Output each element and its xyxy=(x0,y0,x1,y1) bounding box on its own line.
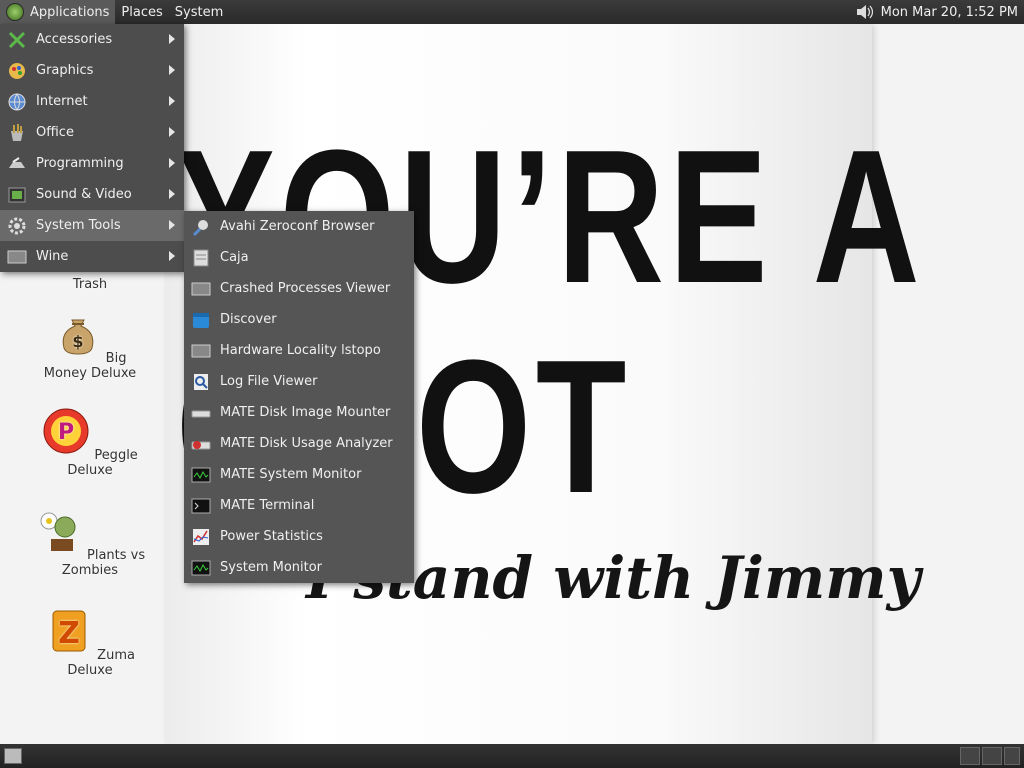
submenu-item-label: Crashed Processes Viewer xyxy=(220,281,391,296)
submenu-arrow-icon xyxy=(169,220,175,230)
desktop-icon-trash[interactable]: Trash xyxy=(30,277,150,292)
menu-item-label: System Tools xyxy=(36,218,121,233)
desktop-icon-plants-vs-zombies[interactable]: Plants vs Zombies xyxy=(30,507,150,578)
svg-text:P: P xyxy=(58,420,74,445)
avahi-icon xyxy=(191,217,211,237)
lstopo-icon xyxy=(191,341,211,361)
submenu-item-label: Hardware Locality lstopo xyxy=(220,343,381,358)
submenu-arrow-icon xyxy=(169,251,175,261)
submenu-item-label: MATE Disk Usage Analyzer xyxy=(220,436,393,451)
menu-item-label: Accessories xyxy=(36,32,113,47)
submenu-item-power-statistics[interactable]: Power Statistics xyxy=(184,521,414,552)
disk-usage-icon xyxy=(191,434,211,454)
system-tools-icon xyxy=(7,216,27,236)
discover-icon xyxy=(191,310,211,330)
svg-text:$: $ xyxy=(72,332,83,351)
bottom-panel xyxy=(0,744,1024,768)
submenu-item-label: Avahi Zeroconf Browser xyxy=(220,219,375,234)
menu-item-internet[interactable]: Internet xyxy=(0,86,184,117)
submenu-arrow-icon xyxy=(169,189,175,199)
submenu-item-disk-usage-analyzer[interactable]: MATE Disk Usage Analyzer xyxy=(184,428,414,459)
programming-icon xyxy=(7,154,27,174)
submenu-arrow-icon xyxy=(169,65,175,75)
applications-menu: Accessories Graphics Internet Office Pro… xyxy=(0,24,184,272)
menu-item-wine[interactable]: Wine xyxy=(0,241,184,272)
office-icon xyxy=(7,123,27,143)
graphics-icon xyxy=(7,61,27,81)
desktop-icon-label: Trash xyxy=(72,277,108,292)
submenu-arrow-icon xyxy=(169,96,175,106)
submenu-item-label: Log File Viewer xyxy=(220,374,318,389)
submenu-item-system-monitor[interactable]: System Monitor xyxy=(184,552,414,583)
submenu-arrow-icon xyxy=(169,158,175,168)
menu-item-label: Graphics xyxy=(36,63,94,78)
volume-icon[interactable] xyxy=(855,4,873,20)
submenu-item-log-viewer[interactable]: Log File Viewer xyxy=(184,366,414,397)
submenu-item-label: Caja xyxy=(220,250,249,265)
menu-item-office[interactable]: Office xyxy=(0,117,184,148)
submenu-arrow-icon xyxy=(169,34,175,44)
system-monitor-icon xyxy=(191,465,211,485)
log-viewer-icon xyxy=(191,372,211,392)
menu-item-accessories[interactable]: Accessories xyxy=(0,24,184,55)
menu-item-graphics[interactable]: Graphics xyxy=(0,55,184,86)
submenu-item-label: System Monitor xyxy=(220,560,323,575)
svg-text:Z: Z xyxy=(58,616,80,651)
submenu-item-caja[interactable]: Caja xyxy=(184,242,414,273)
desktop-icon-zuma[interactable]: Z Zuma Deluxe xyxy=(30,607,150,678)
top-panel: Applications Places System Mon Mar 20, 1… xyxy=(0,0,1024,24)
disk-mounter-icon xyxy=(191,403,211,423)
applications-menu-label: Applications xyxy=(30,4,110,20)
wine-icon xyxy=(7,247,27,267)
submenu-item-label: MATE Terminal xyxy=(220,498,315,513)
submenu-item-mate-terminal[interactable]: MATE Terminal xyxy=(184,490,414,521)
sound-video-icon xyxy=(7,185,27,205)
caja-icon xyxy=(191,248,211,268)
submenu-item-disk-image-mounter[interactable]: MATE Disk Image Mounter xyxy=(184,397,414,428)
workspace-switcher-3[interactable] xyxy=(1004,747,1020,765)
menu-item-label: Programming xyxy=(36,156,124,171)
menu-item-sound-video[interactable]: Sound & Video xyxy=(0,179,184,210)
internet-icon xyxy=(7,92,27,112)
system-monitor-icon xyxy=(191,558,211,578)
applications-menu-button[interactable]: Applications xyxy=(0,0,116,24)
peggle-icon: P xyxy=(43,408,89,454)
desktop-icon-big-money[interactable]: $ Big Money Deluxe xyxy=(30,310,150,381)
menu-item-label: Wine xyxy=(36,249,69,264)
show-desktop-icon[interactable] xyxy=(4,748,22,764)
desktop-icon-peggle[interactable]: P Peggle Deluxe xyxy=(30,407,150,478)
system-tools-submenu: Avahi Zeroconf Browser Caja Crashed Proc… xyxy=(184,211,414,583)
submenu-item-mate-system-monitor[interactable]: MATE System Monitor xyxy=(184,459,414,490)
menu-item-label: Sound & Video xyxy=(36,187,132,202)
submenu-arrow-icon xyxy=(169,127,175,137)
menu-item-system-tools[interactable]: System Tools xyxy=(0,210,184,241)
submenu-item-lstopo[interactable]: Hardware Locality lstopo xyxy=(184,335,414,366)
submenu-item-avahi[interactable]: Avahi Zeroconf Browser xyxy=(184,211,414,242)
clock[interactable]: Mon Mar 20, 1:52 PM xyxy=(881,5,1018,20)
places-menu-button[interactable]: Places xyxy=(115,0,168,24)
system-menu-button[interactable]: System xyxy=(169,0,229,24)
workspace-switcher-1[interactable] xyxy=(960,747,980,765)
submenu-item-discover[interactable]: Discover xyxy=(184,304,414,335)
mate-logo-icon xyxy=(6,3,24,21)
menu-item-label: Internet xyxy=(36,94,88,109)
submenu-item-label: Power Statistics xyxy=(220,529,323,544)
power-stats-icon xyxy=(191,527,211,547)
menu-item-programming[interactable]: Programming xyxy=(0,148,184,179)
terminal-icon xyxy=(191,496,211,516)
submenu-item-label: MATE System Monitor xyxy=(220,467,362,482)
submenu-item-label: MATE Disk Image Mounter xyxy=(220,405,391,420)
submenu-item-label: Discover xyxy=(220,312,277,327)
menu-item-label: Office xyxy=(36,125,74,140)
money-bag-icon: $ xyxy=(62,319,93,355)
zuma-icon: Z xyxy=(52,610,86,652)
plants-vs-zombies-icon xyxy=(40,512,76,551)
workspace-switcher-2[interactable] xyxy=(982,747,1002,765)
accessories-icon xyxy=(7,30,27,50)
crash-viewer-icon xyxy=(191,279,211,299)
submenu-item-crashed-processes[interactable]: Crashed Processes Viewer xyxy=(184,273,414,304)
system-tray: Mon Mar 20, 1:52 PM xyxy=(855,4,1024,20)
